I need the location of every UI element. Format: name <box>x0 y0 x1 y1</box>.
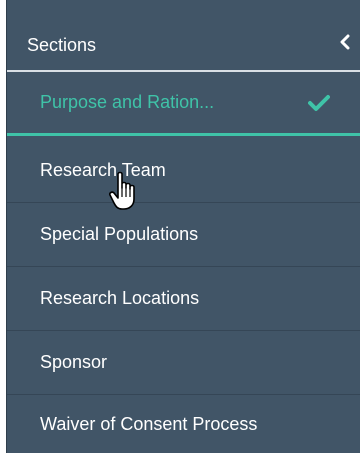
sidebar-item-label: Special Populations <box>40 224 199 244</box>
sidebar-item-research-team[interactable]: Research Team <box>7 139 360 203</box>
collapse-sidebar-button[interactable] <box>337 32 353 52</box>
sidebar-item-purpose-and-rationale[interactable]: Purpose and Ration... <box>7 72 360 136</box>
sidebar-header: Sections <box>7 20 360 72</box>
sidebar-item-label: Research Team <box>40 160 166 180</box>
sidebar-title: Sections <box>27 34 97 55</box>
chevron-left-icon <box>340 34 350 50</box>
sidebar-item-label: Research Locations <box>40 288 200 308</box>
sidebar-item-research-locations[interactable]: Research Locations <box>7 267 360 331</box>
sidebar-item-label: Sponsor <box>40 352 108 372</box>
check-icon <box>308 95 330 111</box>
sidebar-item-sponsor[interactable]: Sponsor <box>7 331 360 395</box>
sidebar-item-waiver-of-consent-process[interactable]: Waiver of Consent Process <box>7 395 360 453</box>
sidebar-item-special-populations[interactable]: Special Populations <box>7 203 360 267</box>
sidebar-item-label: Waiver of Consent Process <box>40 413 258 434</box>
sidebar-item-label: Purpose and Ration... <box>40 92 215 112</box>
sections-sidebar: Sections Purpose and Ration... Research … <box>6 0 360 453</box>
